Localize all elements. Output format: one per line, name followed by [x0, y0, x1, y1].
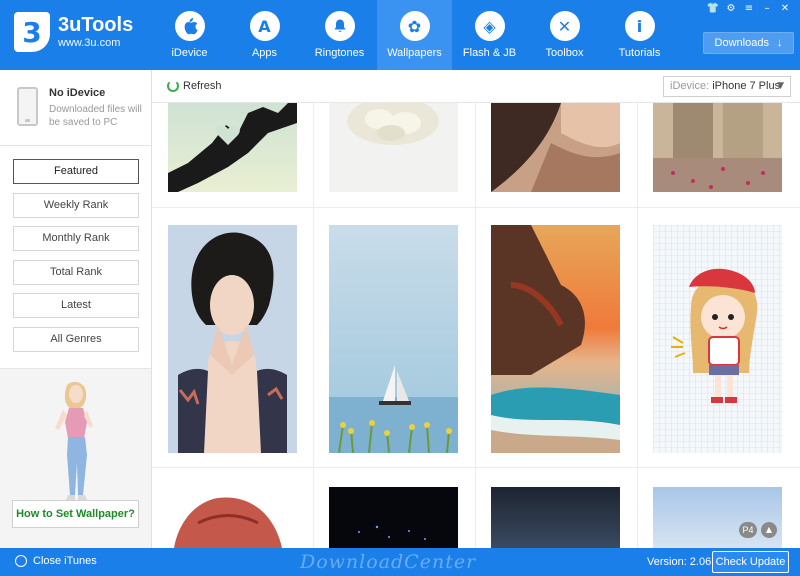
- refresh-button[interactable]: Refresh: [167, 80, 222, 92]
- device-model-select[interactable]: iDevice: iPhone 7 Plus ▼: [663, 76, 791, 97]
- rank-filter-list: Featured Weekly Rank Monthly Rank Total …: [13, 159, 139, 361]
- wallpaper-thumbnail[interactable]: [168, 103, 297, 192]
- refresh-icon: [167, 80, 179, 92]
- download-arrow-icon: ↓: [776, 37, 783, 49]
- wallpaper-thumbnail[interactable]: [653, 103, 782, 192]
- rank-monthly-button[interactable]: Monthly Rank: [13, 226, 139, 252]
- skin-icon[interactable]: 👕: [706, 3, 720, 15]
- check-update-button[interactable]: Check Update: [712, 551, 789, 573]
- nav-apps[interactable]: A Apps: [227, 0, 302, 70]
- rank-weekly-button[interactable]: Weekly Rank: [13, 192, 139, 218]
- app-window: 3 3uTools www.3u.com iDevice A Apps Ring…: [0, 0, 800, 576]
- version-label: Version: 2.06: [647, 556, 712, 568]
- wallpaper-thumbnail[interactable]: [168, 483, 297, 548]
- nav-tutorials[interactable]: i Tutorials: [602, 0, 677, 70]
- nav-ringtones[interactable]: Ringtones: [302, 0, 377, 70]
- wallpaper-thumbnail[interactable]: [491, 225, 620, 453]
- wallpaper-thumbnail[interactable]: [653, 487, 782, 548]
- watermark: DownloadCenter: [300, 551, 477, 573]
- device-subtitle: Downloaded files will be saved to PC: [49, 104, 142, 128]
- wallpaper-toolbar: Refresh iDevice: iPhone 7 Plus ▼: [152, 70, 800, 103]
- flower-icon: ✿: [399, 11, 430, 41]
- scroll-top-icon[interactable]: ▲: [761, 522, 777, 538]
- tools-icon: ✕: [549, 11, 580, 41]
- wallpaper-thumbnail[interactable]: [329, 103, 458, 192]
- wallpaper-thumbnail[interactable]: [653, 225, 782, 453]
- dropbox-icon: ◈: [474, 11, 505, 41]
- left-sidebar: No iDevice Downloaded files will be save…: [0, 70, 152, 548]
- close-icon[interactable]: ✕: [778, 3, 792, 15]
- wallpaper-panel: Refresh iDevice: iPhone 7 Plus ▼: [152, 70, 800, 548]
- page-indicator: P4 ▲: [739, 522, 777, 538]
- close-itunes-toggle[interactable]: Close iTunes: [15, 555, 97, 567]
- wallpaper-thumbnail[interactable]: [329, 487, 458, 548]
- page-number-badge: P4: [739, 522, 757, 538]
- radio-icon: [15, 555, 27, 567]
- window-controls: 👕 ⚙ ≡ – ✕: [706, 3, 792, 15]
- wallpaper-grid: [152, 103, 800, 548]
- rank-latest-button[interactable]: Latest: [13, 293, 139, 319]
- nav-toolbox[interactable]: ✕ Toolbox: [527, 0, 602, 70]
- girl-illustration: [55, 381, 93, 500]
- sidebar-illustration: How to Set Wallpaper?: [0, 368, 151, 548]
- rank-total-button[interactable]: Total Rank: [13, 259, 139, 285]
- chevron-down-icon: ▼: [777, 81, 784, 91]
- header-bar: 3 3uTools www.3u.com iDevice A Apps Ring…: [0, 0, 800, 70]
- how-to-set-wallpaper-button[interactable]: How to Set Wallpaper?: [12, 500, 139, 528]
- info-icon: i: [624, 11, 655, 41]
- app-logo: 3 3uTools www.3u.com: [14, 12, 133, 52]
- bell-icon: [324, 11, 355, 41]
- nav-idevice[interactable]: iDevice: [152, 0, 227, 70]
- wallpaper-thumbnail[interactable]: [491, 487, 620, 548]
- minimize-icon[interactable]: –: [760, 3, 774, 15]
- menu-icon[interactable]: ≡: [742, 3, 756, 15]
- main-nav: iDevice A Apps Ringtones ✿ Wallpapers ◈ …: [152, 0, 677, 70]
- rank-featured-button[interactable]: Featured: [13, 159, 139, 184]
- wallpaper-thumbnail[interactable]: [329, 225, 458, 453]
- downloads-button[interactable]: Downloads ↓: [703, 32, 794, 54]
- app-name: 3uTools: [58, 14, 134, 36]
- nav-flash-jb[interactable]: ◈ Flash & JB: [452, 0, 527, 70]
- phone-icon: [17, 87, 38, 126]
- settings-icon[interactable]: ⚙: [724, 3, 738, 15]
- device-status: No iDevice Downloaded files will be save…: [0, 70, 151, 146]
- logo-badge: 3: [14, 12, 50, 52]
- nav-wallpapers[interactable]: ✿ Wallpapers: [377, 0, 452, 70]
- rank-all-genres-button[interactable]: All Genres: [13, 326, 139, 352]
- apple-icon: [174, 11, 205, 41]
- device-title: No iDevice: [49, 87, 106, 99]
- app-url: www.3u.com: [58, 37, 121, 49]
- wallpaper-thumbnail[interactable]: [491, 103, 620, 192]
- app-store-icon: A: [249, 11, 280, 41]
- wallpaper-thumbnail[interactable]: [168, 225, 297, 453]
